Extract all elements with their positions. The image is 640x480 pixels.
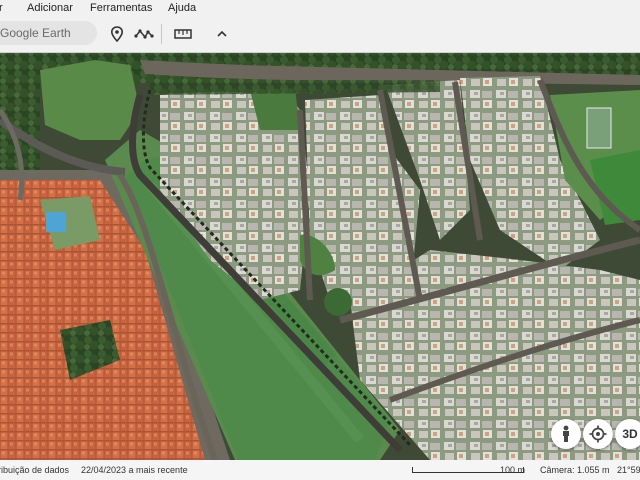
path-icon[interactable] <box>134 24 154 44</box>
status-bar: ribuição de dados 22/04/2023 a mais rece… <box>0 460 640 480</box>
crosshair-icon <box>589 425 607 443</box>
toolbar <box>0 16 640 53</box>
search-input[interactable] <box>0 21 97 45</box>
menu-item-ferramentas[interactable]: Ferramentas <box>90 2 152 14</box>
collapse-chevron-icon[interactable] <box>212 24 232 44</box>
scale-label: 100 m <box>500 465 526 475</box>
streetview-button[interactable] <box>551 419 581 449</box>
toolbar-divider <box>161 24 162 44</box>
ruler-icon[interactable] <box>173 24 193 44</box>
menu-item-ajuda[interactable]: Ajuda <box>168 2 196 14</box>
menu-bar: r Adicionar Ferramentas Ajuda <box>0 0 640 16</box>
attribution-link[interactable]: ribuição de dados <box>0 465 69 475</box>
pegman-icon <box>560 425 572 443</box>
place-marker-icon[interactable] <box>107 24 127 44</box>
menu-item-adicionar[interactable]: Adicionar <box>27 2 73 14</box>
toggle-3d-button[interactable]: 3D <box>615 419 640 449</box>
satellite-map[interactable]: 3D <box>0 53 640 460</box>
menu-item-view[interactable]: r <box>0 2 3 14</box>
imagery-date: 22/04/2023 a mais recente <box>81 465 188 475</box>
my-location-button[interactable] <box>583 419 613 449</box>
camera-altitude: Câmera: 1.055 m <box>540 465 610 475</box>
coordinates: 21°59 <box>617 465 640 475</box>
